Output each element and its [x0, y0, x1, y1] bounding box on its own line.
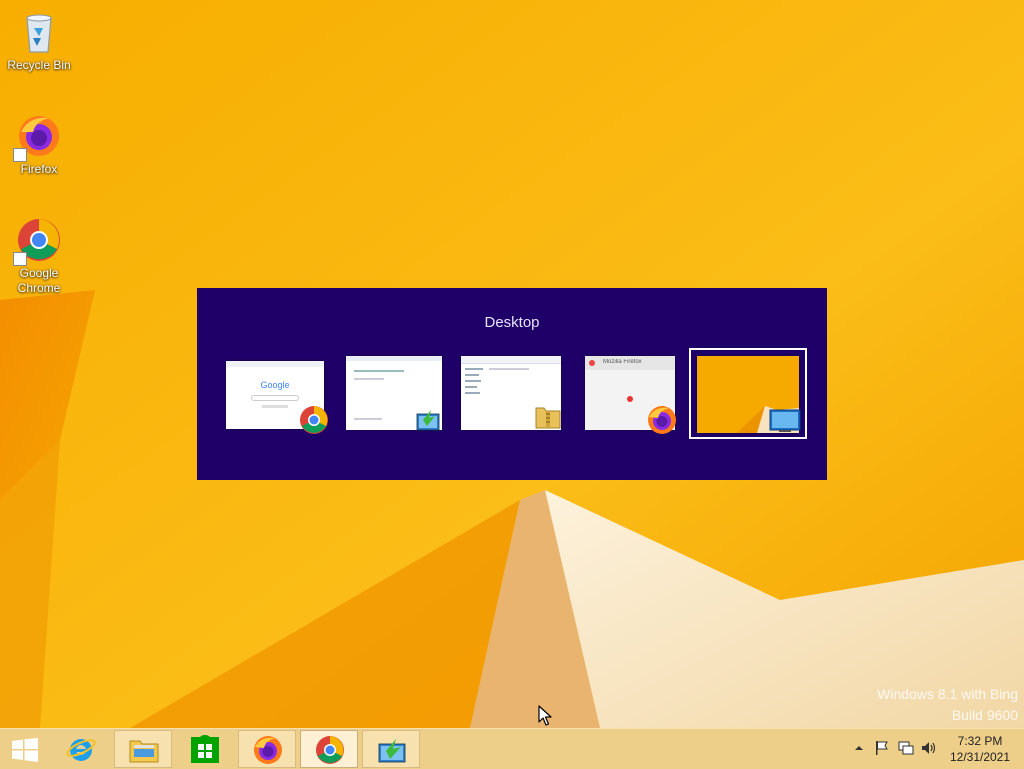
store-icon [191, 734, 219, 763]
clock-date: 12/31/2021 [949, 750, 1011, 764]
shortcut-arrow-icon [13, 148, 27, 162]
desktop-icon-label: Firefox [20, 162, 58, 176]
switcher-thumb-easy-transfer[interactable] [345, 356, 445, 436]
taskbar: 7:32 PM 12/31/2021 [0, 728, 1024, 769]
folder-icon [129, 740, 159, 763]
windows-logo-icon [12, 738, 38, 762]
firefox-window-title: Mozilla Firefox [603, 359, 642, 365]
mouse-cursor-icon [538, 705, 552, 726]
switcher-thumb-firefox[interactable]: Mozilla Firefox [584, 356, 688, 436]
easy-transfer-icon [416, 410, 440, 431]
desktop-icon-label: Google Chrome [17, 266, 61, 295]
switcher-thumb-chrome[interactable]: Google [225, 356, 333, 436]
switcher-thumb-file-explorer[interactable] [460, 356, 564, 436]
watermark-build: Build 9600 [951, 707, 1018, 723]
taskbar-file-explorer[interactable] [114, 730, 172, 768]
switcher-thumb-desktop[interactable] [689, 348, 807, 439]
watermark-edition: Windows 8.1 with Bing [877, 686, 1018, 702]
easy-transfer-icon [378, 739, 406, 763]
chrome-icon [13, 216, 63, 266]
clock-time: 7:32 PM [957, 734, 1003, 748]
taskbar-firefox[interactable] [238, 730, 296, 768]
desktop-icon-recycle-bin[interactable]: Recycle Bin [1, 8, 77, 73]
desktop-icon-firefox[interactable]: Firefox [1, 112, 77, 177]
volume-icon[interactable] [920, 739, 938, 757]
system-clock[interactable]: 7:32 PM 12/31/2021 [940, 733, 1020, 765]
firefox-icon [13, 112, 63, 162]
taskbar-easy-transfer[interactable] [362, 730, 420, 768]
chrome-icon [316, 736, 344, 764]
taskbar-chrome[interactable] [300, 730, 358, 768]
taskbar-store[interactable] [176, 730, 234, 768]
switcher-title: Desktop [484, 314, 540, 331]
ie-icon [66, 739, 96, 761]
zip-folder-icon [535, 407, 561, 429]
windows-build-watermark: Windows 8.1 with Bing Build 9600 [877, 684, 1018, 726]
chrome-icon [300, 406, 328, 434]
network-icon[interactable] [897, 739, 915, 757]
desktop-icon-label: Recycle Bin [7, 58, 71, 72]
firefox-icon [648, 406, 676, 434]
google-logo-text: Google [260, 380, 290, 390]
shortcut-arrow-icon [13, 252, 27, 266]
window-switcher: Desktop Google Mozilla Firefox [197, 288, 827, 480]
desktop-icon-chrome[interactable]: Google Chrome [1, 216, 77, 296]
action-center-flag-icon[interactable] [873, 739, 891, 757]
firefox-icon [254, 736, 282, 764]
show-hidden-icons-chevron[interactable] [850, 739, 868, 757]
taskbar-internet-explorer[interactable] [52, 730, 110, 768]
start-button[interactable] [0, 730, 50, 768]
recycle-bin-icon [15, 8, 63, 56]
desktop-icon [769, 409, 801, 432]
